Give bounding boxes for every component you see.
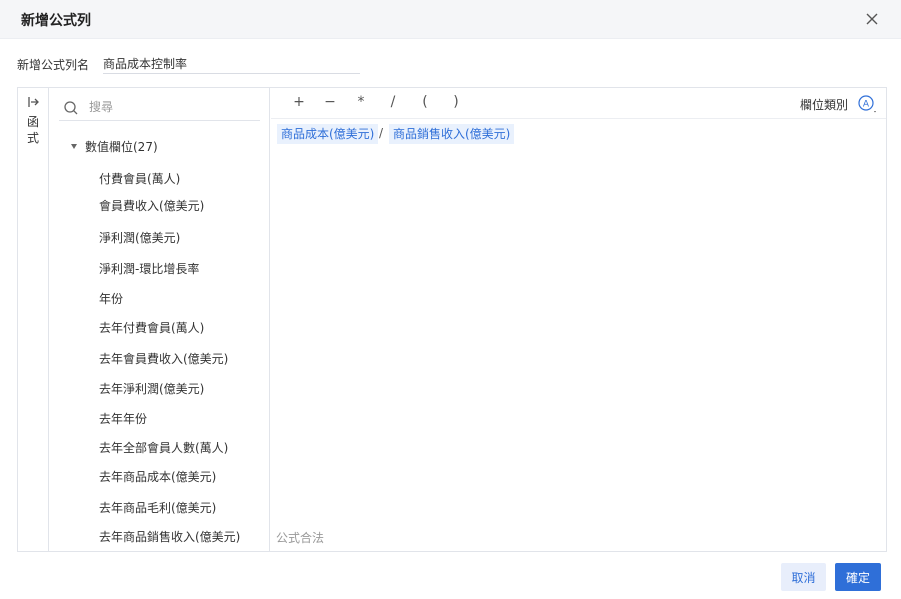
divide-operator-button[interactable]: /	[385, 94, 401, 110]
plus-operator-button[interactable]: +	[291, 94, 307, 110]
fields-panel: 數值欄位(27) 付費會員(萬人) 會員費收入(億美元) 淨利潤(億美元) 淨利…	[49, 88, 270, 551]
column-name-row: 新增公式列名	[17, 54, 367, 74]
numeric-fields-group[interactable]: 數值欄位(27)	[71, 138, 158, 155]
field-item[interactable]: 去年商品銷售收入(億美元)	[99, 528, 240, 545]
field-item[interactable]: 去年商品成本(億美元)	[99, 468, 216, 485]
expand-arrow-icon[interactable]	[27, 95, 41, 109]
close-paren-button[interactable]: )	[448, 94, 464, 110]
formula-token[interactable]: 商品成本(億美元)	[277, 124, 379, 144]
group-label: 數值欄位(27)	[85, 140, 158, 154]
field-type-label: 欄位類別	[800, 98, 849, 112]
field-search	[59, 93, 260, 121]
search-icon	[63, 100, 79, 116]
formula-token[interactable]: 商品銷售收入(億美元)	[389, 124, 515, 144]
collapse-triangle-icon	[71, 144, 77, 149]
search-input[interactable]	[89, 97, 249, 117]
column-name-input[interactable]	[103, 54, 360, 74]
column-name-label: 新增公式列名	[17, 58, 90, 72]
field-item[interactable]: 去年全部會員人數(萬人)	[99, 439, 228, 456]
field-item[interactable]: 淨利潤-環比增長率	[99, 260, 199, 277]
formula-area: + − * / ( ) 欄位類別 A 商品成本(億美元) / 商品銷售收入(億美…	[271, 88, 886, 551]
cancel-button[interactable]: 取消	[781, 563, 826, 591]
functions-tab-label: 函式	[26, 115, 39, 145]
field-item[interactable]: 年份	[99, 290, 123, 307]
field-item[interactable]: 去年付費會員(萬人)	[99, 319, 204, 336]
dialog-header: 新增公式列	[0, 0, 901, 39]
minus-operator-button[interactable]: −	[322, 94, 338, 110]
svg-text:A: A	[863, 100, 870, 110]
formula-column-dialog: 新增公式列 新增公式列名 函式 數值欄位(27) 付費會員(萬人	[0, 0, 901, 599]
field-item[interactable]: 去年淨利潤(億美元)	[99, 380, 204, 397]
field-item[interactable]: 去年年份	[99, 410, 147, 427]
circled-a-icon[interactable]: A	[857, 94, 877, 114]
dialog-title: 新增公式列	[21, 13, 91, 29]
operator-toolbar: + − * / ( ) 欄位類別 A	[271, 88, 886, 119]
functions-tab[interactable]: 函式	[18, 88, 49, 551]
field-item[interactable]: 去年會員費收入(億美元)	[99, 350, 228, 367]
field-item[interactable]: 付費會員(萬人)	[99, 170, 180, 187]
formula-operator: /	[379, 126, 384, 140]
formula-status: 公式合法	[276, 531, 325, 545]
close-icon[interactable]	[862, 9, 882, 29]
field-item[interactable]: 會員費收入(億美元)	[99, 197, 204, 214]
open-paren-button[interactable]: (	[417, 94, 433, 110]
confirm-button[interactable]: 確定	[835, 563, 881, 591]
field-item[interactable]: 淨利潤(億美元)	[99, 229, 180, 246]
field-item[interactable]: 去年商品毛利(億美元)	[99, 499, 216, 516]
formula-editor: 函式 數值欄位(27) 付費會員(萬人) 會員費收入(億美元) 淨利潤(億美元)…	[17, 87, 887, 552]
multiply-operator-button[interactable]: *	[353, 94, 369, 110]
